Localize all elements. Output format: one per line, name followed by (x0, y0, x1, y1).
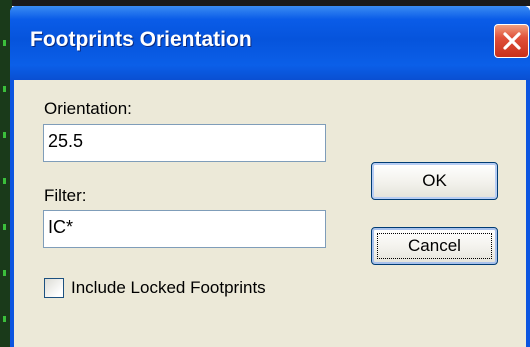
dialog-title: Footprints Orientation (30, 28, 252, 51)
ok-button[interactable]: OK (371, 162, 498, 200)
ok-button-label: OK (422, 171, 447, 190)
cancel-button[interactable]: Cancel (371, 227, 498, 265)
dialog-body: Orientation: 25.5 Filter: IC* OK Cancel … (14, 80, 526, 347)
orientation-input[interactable]: 25.5 (43, 124, 326, 162)
filter-input[interactable]: IC* (43, 210, 326, 248)
focus-ring (377, 233, 492, 259)
close-button[interactable] (494, 24, 529, 58)
orientation-label: Orientation: (44, 99, 132, 118)
title-bar[interactable]: Footprints Orientation (10, 6, 530, 80)
filter-label: Filter: (44, 186, 87, 205)
footprints-orientation-dialog: Footprints Orientation Orientation: 25.5… (10, 6, 530, 347)
include-locked-checkbox[interactable] (44, 278, 64, 298)
close-icon (503, 32, 521, 50)
include-locked-label[interactable]: Include Locked Footprints (71, 278, 266, 298)
